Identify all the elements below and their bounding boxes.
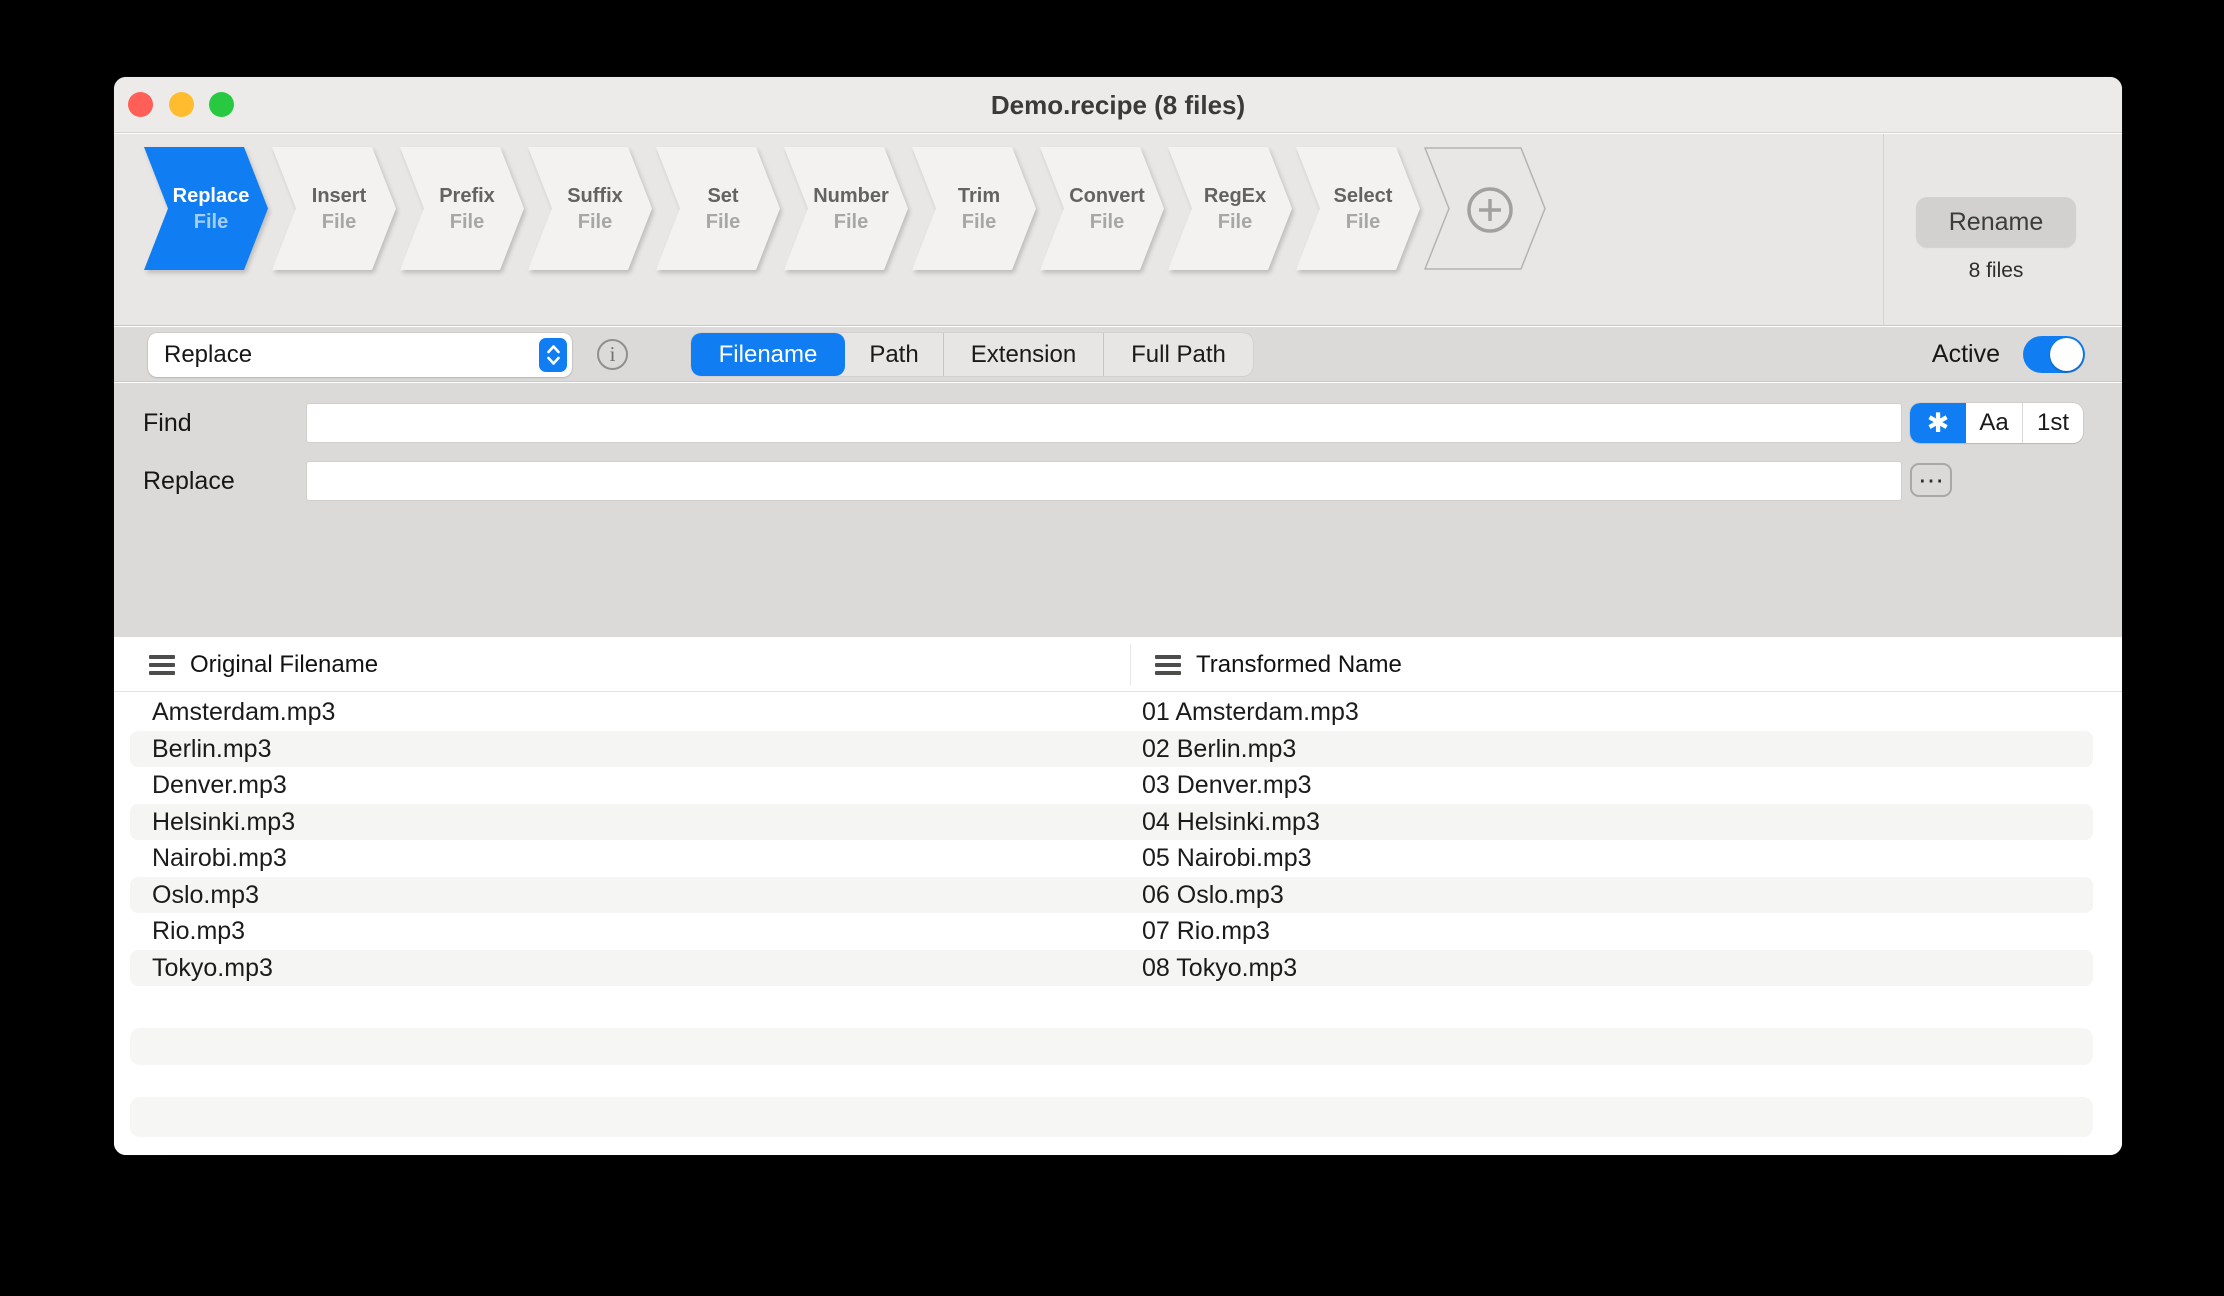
toolbar-divider <box>1883 134 1884 326</box>
step-select[interactable]: Select File <box>1296 147 1420 270</box>
column-header-transformed[interactable]: Transformed Name <box>1155 638 1402 692</box>
more-options-button[interactable]: ⋯ <box>1910 463 1952 497</box>
table-row[interactable]: Helsinki.mp3 04 Helsinki.mp3 <box>130 803 2093 840</box>
action-select[interactable]: Replace <box>148 333 572 377</box>
column-handle-icon <box>1155 655 1181 675</box>
column-divider <box>1130 644 1131 686</box>
step-replace[interactable]: Replace File <box>144 147 268 270</box>
match-case-segment[interactable]: Aa <box>1966 403 2022 443</box>
info-icon[interactable]: i <box>597 339 628 370</box>
match-first-segment[interactable]: 1st <box>2022 403 2083 443</box>
steps-toolbar: Replace File Insert File Prefix File Suf… <box>114 134 2122 326</box>
table-header: Original Filename Transformed Name <box>114 638 2122 692</box>
column-header-original[interactable]: Original Filename <box>149 638 378 692</box>
step-regex[interactable]: RegEx File <box>1168 147 1292 270</box>
active-toggle[interactable] <box>2023 336 2085 373</box>
tab-path[interactable]: Path <box>845 333 943 376</box>
column-handle-icon <box>149 655 175 675</box>
action-select-value: Replace <box>164 341 253 368</box>
titlebar: Demo.recipe (8 files) <box>114 77 2122 133</box>
files-count: 8 files <box>1968 259 2024 282</box>
step-trim[interactable]: Trim File <box>912 147 1036 270</box>
table-row[interactable]: Rio.mp3 07 Rio.mp3 <box>130 913 2093 950</box>
table-row[interactable]: Oslo.mp3 06 Oslo.mp3 <box>130 876 2093 913</box>
empty-row-placeholder <box>130 1097 2093 1137</box>
stepper-icon <box>539 338 567 372</box>
step-number[interactable]: Number File <box>784 147 908 270</box>
replace-label: Replace <box>143 467 235 495</box>
table-row[interactable]: Nairobi.mp3 05 Nairobi.mp3 <box>130 840 2093 877</box>
scope-segmented-control: Filename Path Extension Full Path <box>691 333 1253 376</box>
replace-input[interactable] <box>307 462 1901 500</box>
table-row[interactable]: Tokyo.mp3 08 Tokyo.mp3 <box>130 949 2093 986</box>
tab-full-path[interactable]: Full Path <box>1103 333 1253 376</box>
step-convert[interactable]: Convert File <box>1040 147 1164 270</box>
table-row[interactable]: Amsterdam.mp3 01 Amsterdam.mp3 <box>130 694 2093 731</box>
plus-icon <box>1467 187 1513 233</box>
active-label: Active <box>1931 340 2000 368</box>
table-rows: Amsterdam.mp3 01 Amsterdam.mp3 Berlin.mp3… <box>130 694 2093 986</box>
step-suffix[interactable]: Suffix File <box>528 147 652 270</box>
table-row[interactable]: Denver.mp3 03 Denver.mp3 <box>130 767 2093 804</box>
tab-extension[interactable]: Extension <box>943 333 1103 376</box>
match-segmented-control: ✱ Aa 1st <box>1910 403 2083 443</box>
add-step-button[interactable] <box>1424 147 1546 270</box>
find-input[interactable] <box>307 404 1901 442</box>
toggle-knob <box>2050 338 2083 371</box>
rename-button[interactable]: Rename <box>1916 197 2076 247</box>
steps-strip: Replace File Insert File Prefix File Suf… <box>144 147 1546 270</box>
file-table: Original Filename Transformed Name Amste… <box>114 638 2122 1155</box>
window-title: Demo.recipe (8 files) <box>990 90 1246 120</box>
tab-filename[interactable]: Filename <box>691 333 845 376</box>
step-set[interactable]: Set File <box>656 147 780 270</box>
empty-row-placeholder <box>130 1028 2093 1065</box>
app-window: Demo.recipe (8 files) Replace File Inser… <box>114 77 2122 1155</box>
find-label: Find <box>143 409 192 437</box>
step-insert[interactable]: Insert File <box>272 147 396 270</box>
table-row[interactable]: Berlin.mp3 02 Berlin.mp3 <box>130 730 2093 767</box>
step-prefix[interactable]: Prefix File <box>400 147 524 270</box>
match-wildcard-segment[interactable]: ✱ <box>1910 403 1966 443</box>
